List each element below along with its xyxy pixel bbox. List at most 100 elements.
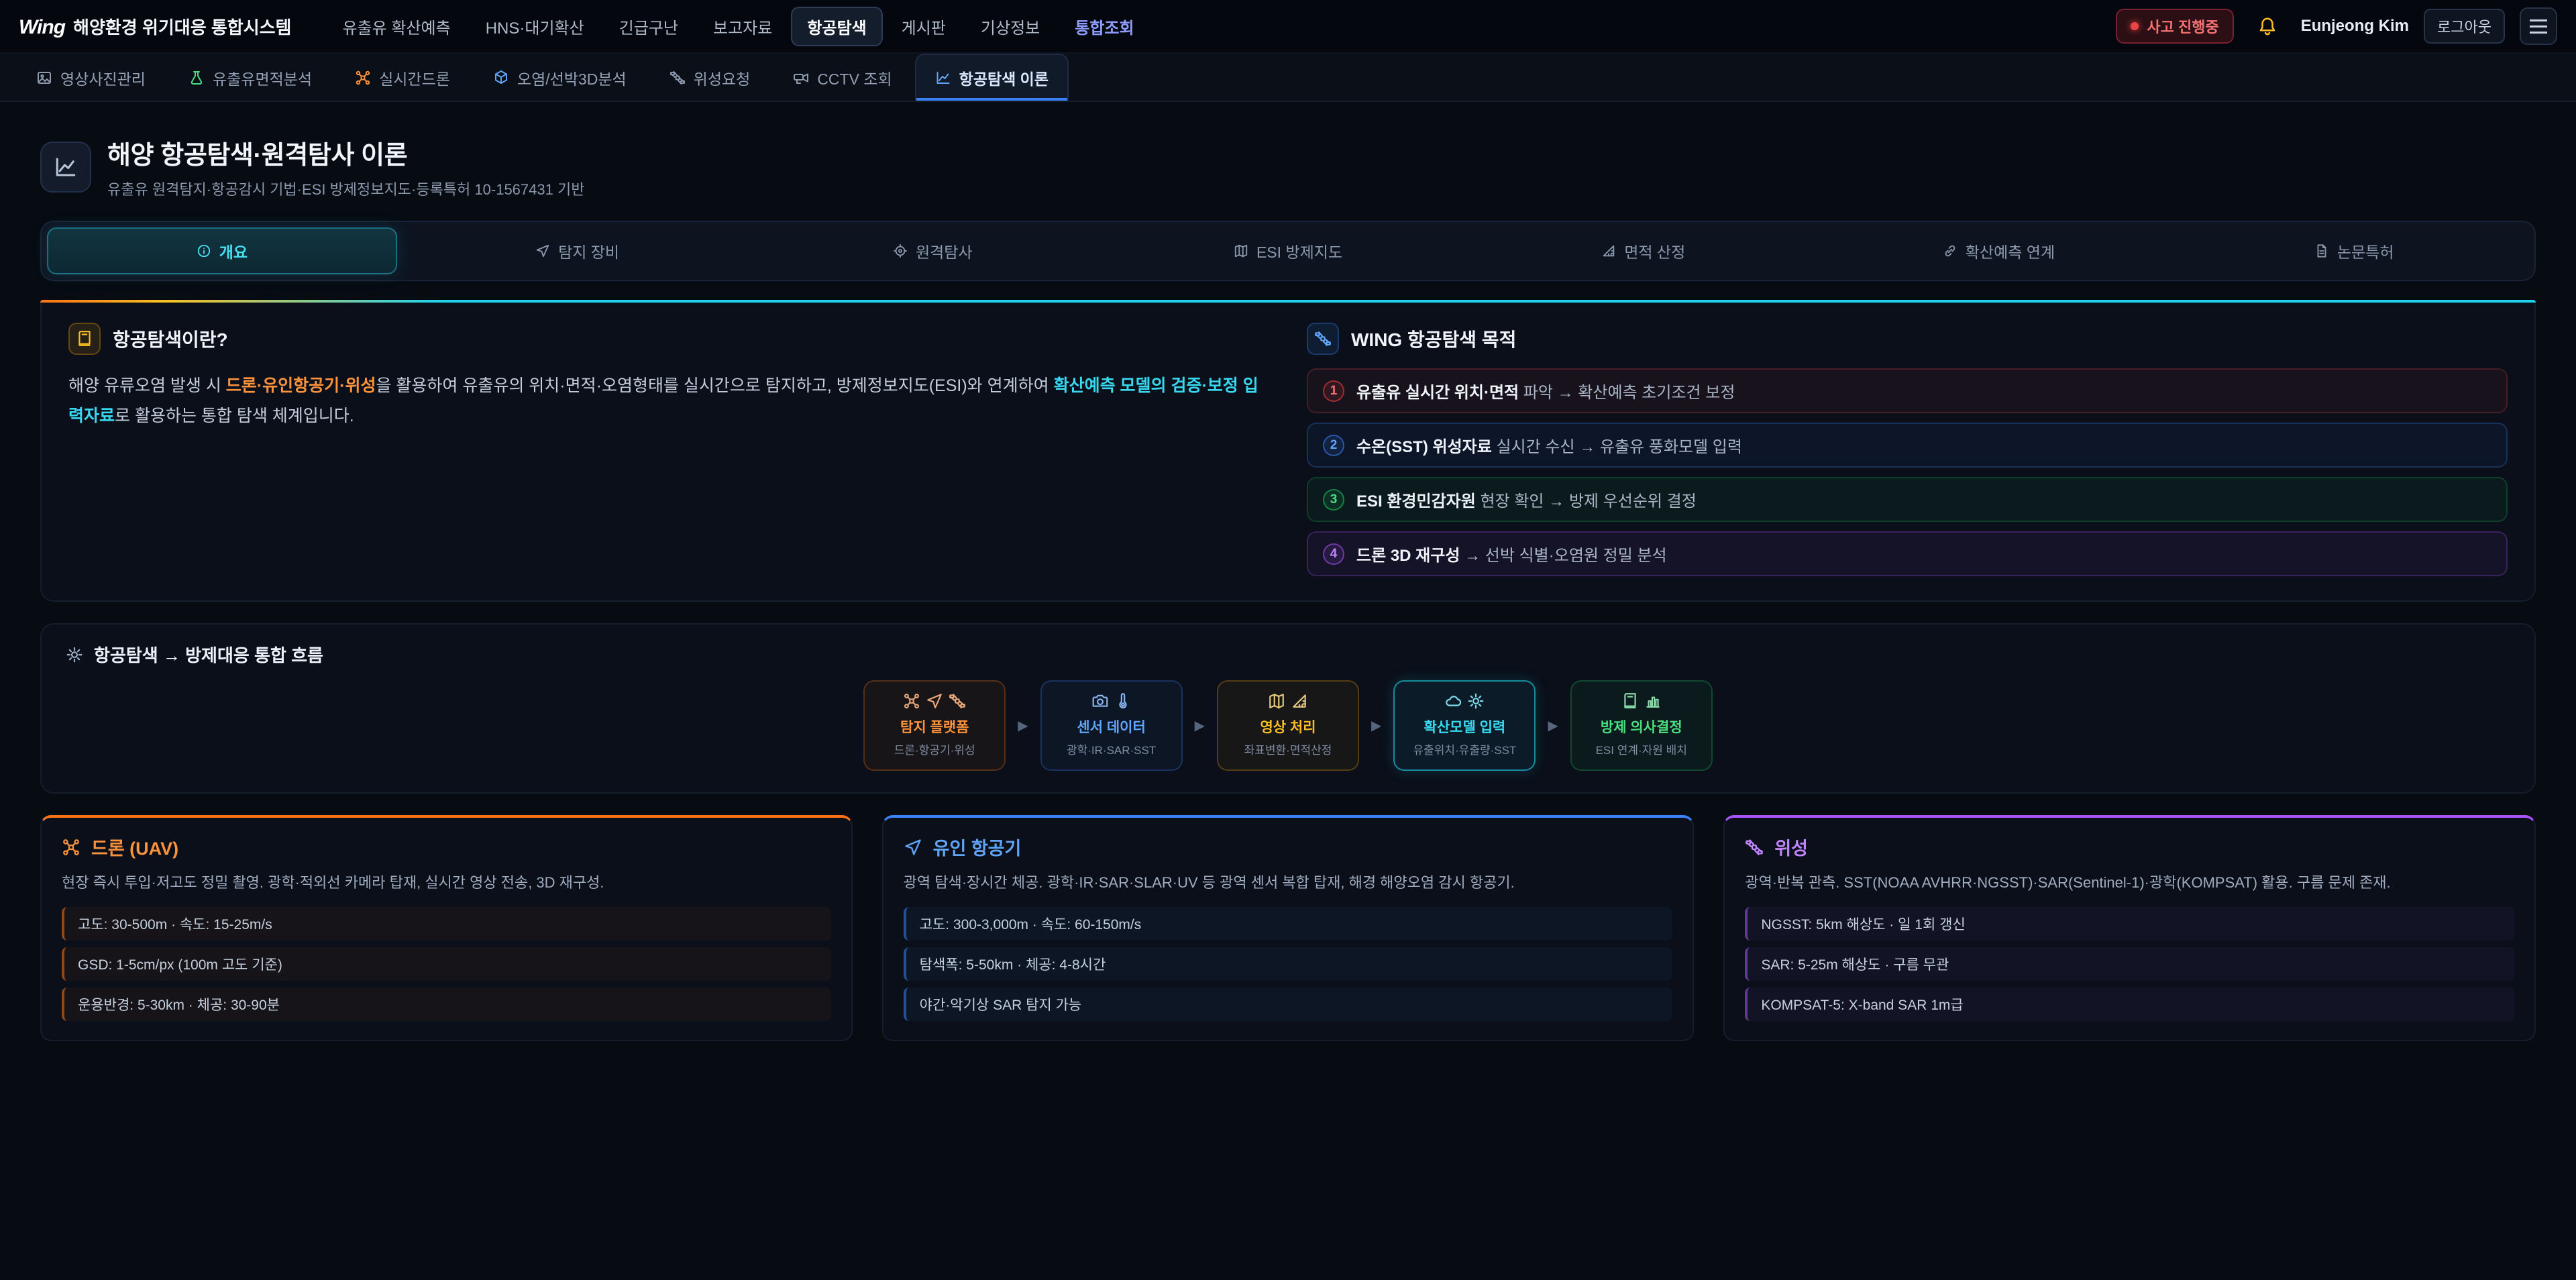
cube-icon — [493, 70, 509, 86]
flow-step-image-processing: 영상 처리 좌표변환·면적산정 — [1217, 680, 1359, 771]
purpose-card: WING 항공탐색 목적 1 유출유 실시간 위치·면적 파악 → 확산예측 초… — [1307, 323, 2508, 576]
link-icon — [1943, 244, 1957, 258]
page-header: 해양 항공탐색·원격탐사 이론 유출유 원격탐지·항공감시 기법·ESI 방제정… — [40, 134, 2536, 199]
subnav-item-3d-analysis[interactable]: 오염/선박3D분석 — [473, 54, 647, 101]
theory-tabbar: 개요 탐지 장비 원격탐사 ESI 방제지도 면적 산정 확산예측 연계 — [40, 221, 2536, 281]
platform-description: 광역·반복 관측. SST(NOAA AVHRR·NGSST)·SAR(Sent… — [1745, 871, 2514, 895]
incident-badge-label: 사고 진행중 — [2147, 15, 2218, 37]
document-icon — [2314, 244, 2329, 258]
brand-name: 해양환경 위기대응 통합시스템 — [73, 14, 291, 39]
purpose-item: 4 드론 3D 재구성 → 선박 식별·오염원 정밀 분석 — [1307, 531, 2508, 576]
photo-icon — [36, 70, 52, 86]
flow-arrow-icon: ▶ — [1195, 717, 1205, 734]
brand[interactable]: Wing 해양환경 위기대응 통합시스템 — [19, 14, 291, 39]
flow-header: 항공탐색 → 방제대응 통합 흐름 — [66, 642, 2510, 667]
intro-body: 해양 유류오염 발생 시 드론·유인항공기·위성을 활용하여 유출유의 위치·면… — [68, 371, 1269, 431]
spec-row: 고도: 30-500m · 속도: 15-25m/s — [62, 907, 831, 941]
bell-icon — [2257, 16, 2277, 36]
intro-card-header: 항공탐색이란? — [68, 323, 1269, 355]
user-name: Eunjeong Kim — [2301, 17, 2409, 36]
hamburger-icon — [2530, 19, 2547, 21]
flask-icon — [189, 70, 205, 86]
target-icon — [893, 244, 908, 258]
purpose-card-header: WING 항공탐색 목적 — [1307, 323, 2508, 355]
platform-description: 현장 즉시 투입·저고도 정밀 촬영. 광학·적외선 카메라 탑재, 실시간 영… — [62, 871, 831, 895]
page-icon — [40, 142, 91, 193]
spec-row: 탐색폭: 5-50km · 체공: 4-8시간 — [904, 947, 1673, 981]
spec-row: SAR: 5-25m 해상도 · 구름 무관 — [1745, 947, 2514, 981]
nav-item-integrated-search[interactable]: 통합조회 — [1059, 7, 1150, 46]
flow-track: 탐지 플랫폼 드론·항공기·위성 ▶ 센서 데이터 광학·IR·SAR·SST … — [66, 680, 2510, 771]
app-root: Wing 해양환경 위기대응 통합시스템 유출유 확산예측 HNS·대기확산 긴… — [0, 0, 2576, 1063]
platform-card-header: 드론 (UAV) — [62, 834, 831, 860]
spec-row: 야간·악기상 SAR 탐지 가능 — [904, 988, 1673, 1021]
purpose-item: 2 수온(SST) 위성자료 실시간 수신 → 유출유 풍화모델 입력 — [1307, 423, 2508, 468]
tab-papers-patents[interactable]: 논문특허 — [2179, 227, 2529, 274]
platform-card-aircraft: 유인 항공기 광역 탐색·장시간 체공. 광학·IR·SAR·SLAR·UV 등… — [882, 815, 1695, 1041]
purpose-number: 2 — [1323, 435, 1344, 456]
nav-item-aerial-search[interactable]: 항공탐색 — [791, 7, 882, 46]
nav-item-hns-diffusion[interactable]: HNS·대기확산 — [470, 7, 600, 46]
ruler-icon — [1601, 244, 1616, 258]
menu-toggle-button[interactable] — [2520, 7, 2557, 45]
purpose-list: 1 유출유 실시간 위치·면적 파악 → 확산예측 초기조건 보정 2 수온(S… — [1307, 368, 2508, 576]
subnav-item-oil-area-analysis[interactable]: 유출유면적분석 — [168, 54, 332, 101]
platform-cards: 드론 (UAV) 현장 즉시 투입·저고도 정밀 촬영. 광학·적외선 카메라 … — [40, 815, 2536, 1041]
satellite-icon — [1745, 838, 1764, 857]
flow-arrow-icon: ▶ — [1018, 717, 1028, 734]
plane-icon — [535, 244, 550, 258]
book-icon — [1621, 692, 1639, 710]
page-title: 해양 항공탐색·원격탐사 이론 — [107, 134, 584, 171]
platform-card-header: 위성 — [1745, 834, 2514, 860]
overview-panel: 항공탐색이란? 해양 유류오염 발생 시 드론·유인항공기·위성을 활용하여 유… — [40, 303, 2536, 602]
flow-arrow-icon: ▶ — [1371, 717, 1381, 734]
tab-area-calculation[interactable]: 면적 산정 — [1468, 227, 1819, 274]
tab-remote-sensing[interactable]: 원격탐사 — [757, 227, 1108, 274]
page-subtitle: 유출유 원격탐지·항공감시 기법·ESI 방제정보지도·등록특허 10-1567… — [107, 178, 584, 199]
incident-status-badge[interactable]: 사고 진행중 — [2116, 9, 2233, 44]
nav-item-emergency-rescue[interactable]: 긴급구난 — [603, 7, 694, 46]
nav-item-board[interactable]: 게시판 — [885, 7, 962, 46]
platform-description: 광역 탐색·장시간 체공. 광학·IR·SAR·SLAR·UV 등 광역 센서 … — [904, 871, 1673, 895]
flow-step-decision: 방제 의사결정 ESI 연계·자원 배치 — [1570, 680, 1713, 771]
satellite-icon — [669, 70, 686, 86]
tab-forecast-link[interactable]: 확산예측 연계 — [1824, 227, 2174, 274]
notifications-button[interactable] — [2249, 7, 2286, 45]
flow-step-model-input: 확산모델 입력 유출위치·유출량·SST — [1393, 680, 1536, 771]
purpose-item: 3 ESI 환경민감자원 현장 확인 → 방제 우선순위 결정 — [1307, 477, 2508, 522]
satellite-icon — [1307, 323, 1339, 355]
platform-card-header: 유인 항공기 — [904, 834, 1673, 860]
subnav-item-aerial-theory[interactable]: 항공탐색 이론 — [915, 54, 1069, 101]
subnav-item-satellite-request[interactable]: 위성요청 — [649, 54, 771, 101]
purpose-number: 3 — [1323, 489, 1344, 511]
flow-arrow-icon: ▶ — [1548, 717, 1558, 734]
nav-item-reports[interactable]: 보고자료 — [697, 7, 788, 46]
chart-icon — [935, 70, 951, 86]
plane-icon — [904, 838, 922, 857]
map-icon — [1268, 692, 1285, 710]
drone-icon — [62, 838, 80, 857]
logout-button[interactable]: 로그아웃 — [2424, 9, 2505, 44]
nav-item-spill-forecast[interactable]: 유출유 확산예측 — [326, 7, 466, 46]
cloud-icon — [1444, 692, 1462, 710]
drone-icon — [355, 70, 371, 86]
platform-card-satellite: 위성 광역·반복 관측. SST(NOAA AVHRR·NGSST)·SAR(S… — [1723, 815, 2536, 1041]
tab-equipment[interactable]: 탐지 장비 — [402, 227, 753, 274]
flow-step-platform: 탐지 플랫폼 드론·항공기·위성 — [863, 680, 1006, 771]
tab-esi-map[interactable]: ESI 방제지도 — [1113, 227, 1463, 274]
purpose-number: 4 — [1323, 543, 1344, 565]
subnav-item-realtime-drone[interactable]: 실시간드론 — [335, 54, 470, 101]
gear-icon — [66, 646, 83, 663]
nav-item-weather[interactable]: 기상정보 — [965, 7, 1056, 46]
spec-row: GSD: 1-5cm/px (100m 고도 기준) — [62, 947, 831, 981]
subnav-item-image-management[interactable]: 영상사진관리 — [16, 54, 166, 101]
intro-card: 항공탐색이란? 해양 유류오염 발생 시 드론·유인항공기·위성을 활용하여 유… — [68, 323, 1269, 576]
top-navigation: Wing 해양환경 위기대응 통합시스템 유출유 확산예측 HNS·대기확산 긴… — [0, 0, 2576, 54]
tab-overview[interactable]: 개요 — [47, 227, 397, 274]
book-icon — [68, 323, 101, 355]
cctv-icon — [793, 70, 809, 86]
camera-icon — [1091, 692, 1109, 710]
subnav-item-cctv[interactable]: CCTV 조회 — [773, 54, 912, 101]
topnav-right: 사고 진행중 Eunjeong Kim 로그아웃 — [2116, 7, 2557, 45]
drone-icon — [903, 692, 920, 710]
